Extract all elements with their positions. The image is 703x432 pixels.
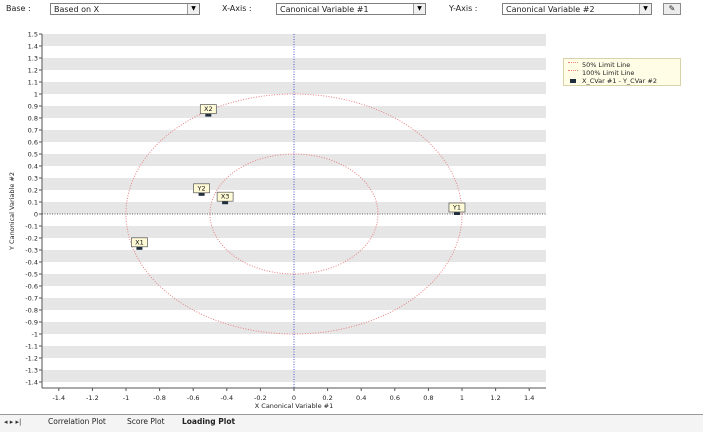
legend-swatch-marker [570, 79, 576, 83]
x-tick-label: 0.2 [322, 394, 332, 402]
x-tick-label: 1.4 [524, 394, 534, 402]
y-axis-title: Y Canonical Variable #2 [8, 172, 16, 251]
y-tick-label: 0.1 [28, 199, 38, 207]
y-tick-label: 0.2 [28, 187, 38, 195]
y-tick-label: -1.2 [25, 355, 38, 363]
tab-correlation-plot[interactable]: Correlation Plot [48, 417, 106, 426]
yaxis-select-value: Canonical Variable #2 [506, 5, 595, 14]
x-tick-label: -1.2 [86, 394, 99, 402]
y-tick-label: 0.8 [28, 115, 38, 123]
x-tick-label: 1 [460, 394, 464, 402]
data-point [222, 201, 229, 205]
data-point [136, 246, 143, 250]
x-tick-label: -1 [123, 394, 129, 402]
yaxis-label: Y-Axis : [449, 4, 478, 13]
y-tick-label: -0.8 [25, 307, 38, 315]
y-tick-label: 1.4 [28, 43, 38, 51]
tab-loading-plot[interactable]: Loading Plot [182, 417, 235, 426]
sheet-tabs: ◂ ▸ ▸| Correlation Plot Score Plot Loadi… [0, 414, 703, 432]
y-tick-label: 0.5 [28, 151, 38, 159]
chevron-down-icon[interactable]: ▼ [639, 4, 651, 14]
base-label: Base : [6, 4, 31, 13]
y-tick-label: -1.3 [25, 367, 38, 375]
tab-nav-arrows[interactable]: ◂ ▸ ▸| [4, 418, 21, 426]
data-point [453, 212, 460, 215]
y-tick-label: 0.9 [28, 103, 38, 111]
y-tick-label: 0 [34, 211, 38, 219]
x-tick-label: -0.8 [153, 394, 166, 402]
y-tick-label: -1.1 [25, 343, 38, 351]
y-tick-label: -0.3 [25, 247, 38, 255]
y-tick-label: -0.7 [25, 295, 38, 303]
x-tick-label: 0.6 [390, 394, 400, 402]
chevron-down-icon[interactable]: ▼ [187, 4, 199, 14]
y-tick-label: 1.1 [28, 79, 38, 87]
chart-legend: 50% Limit Line 100% Limit Line X_CVar #1… [563, 58, 681, 86]
y-tick-label: 0.3 [28, 175, 38, 183]
x-tick-label: -0.2 [254, 394, 267, 402]
y-tick-label: -0.6 [25, 283, 38, 291]
toolbar: Base : Based on X ▼ X-Axis : Canonical V… [0, 0, 703, 20]
legend-label: X_CVar #1 - Y_CVar #2 [582, 77, 657, 85]
point-label: Y2 [197, 184, 206, 192]
point-label: X2 [204, 105, 213, 113]
data-point [198, 192, 205, 196]
x-axis-title: X Canonical Variable #1 [255, 402, 333, 410]
legend-label: 50% Limit Line [582, 61, 631, 69]
eraser-button[interactable]: ✎ [663, 3, 681, 15]
yaxis-select[interactable]: Canonical Variable #2 ▼ [502, 3, 652, 15]
y-tick-label: 1.5 [28, 31, 38, 39]
legend-item: 100% Limit Line [568, 69, 634, 77]
xaxis-select[interactable]: Canonical Variable #1 ▼ [276, 3, 426, 15]
point-label: X1 [135, 238, 144, 246]
legend-item: 50% Limit Line [568, 61, 630, 69]
x-tick-label: -0.4 [220, 394, 233, 402]
y-tick-label: 1 [34, 91, 38, 99]
legend-label: 100% Limit Line [582, 69, 635, 77]
y-tick-label: -0.2 [25, 235, 38, 243]
x-tick-label: 0 [292, 394, 296, 402]
x-tick-label: -1.4 [52, 394, 65, 402]
x-tick-label: 0.8 [423, 394, 433, 402]
legend-item: X_CVar #1 - Y_CVar #2 [568, 77, 657, 85]
legend-swatch-50 [568, 62, 578, 68]
tab-score-plot[interactable]: Score Plot [127, 417, 165, 426]
x-tick-label: -0.6 [187, 394, 200, 402]
base-select[interactable]: Based on X ▼ [50, 3, 200, 15]
y-tick-label: -1 [32, 331, 38, 339]
y-tick-label: -1.4 [25, 379, 38, 387]
base-select-value: Based on X [54, 5, 100, 14]
x-tick-label: 0.4 [356, 394, 366, 402]
point-label: X3 [221, 193, 230, 201]
y-tick-label: -0.5 [25, 271, 38, 279]
data-point [205, 113, 212, 117]
y-tick-label: -0.4 [25, 259, 38, 267]
y-tick-label: 0.4 [28, 163, 38, 171]
y-tick-label: 1.2 [28, 67, 38, 75]
xaxis-select-value: Canonical Variable #1 [280, 5, 369, 14]
chevron-down-icon[interactable]: ▼ [413, 4, 425, 14]
point-label: Y1 [452, 204, 461, 212]
legend-swatch-100 [568, 70, 578, 76]
x-tick-label: 1.2 [490, 394, 500, 402]
y-tick-label: 0.6 [28, 139, 38, 147]
y-tick-label: 0.7 [28, 127, 38, 135]
y-tick-label: -0.1 [25, 223, 38, 231]
eraser-icon: ✎ [668, 4, 676, 13]
y-tick-label: -0.9 [25, 319, 38, 327]
xaxis-label: X-Axis : [222, 4, 252, 13]
y-tick-label: 1.3 [28, 55, 38, 63]
